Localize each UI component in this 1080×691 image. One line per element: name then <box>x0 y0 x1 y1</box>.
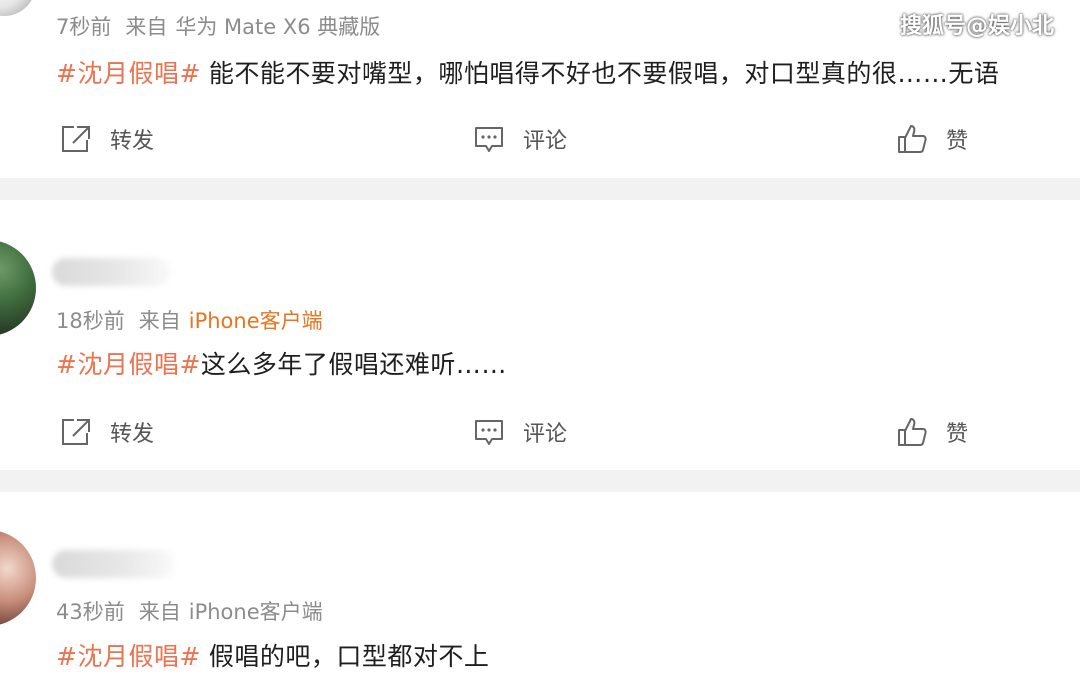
post-time: 43秒前 <box>56 600 125 624</box>
post-time: 18秒前 <box>56 309 125 333</box>
device-link[interactable]: iPhone客户端 <box>189 309 323 333</box>
share-icon <box>62 419 90 445</box>
like-label: 赞 <box>946 422 969 447</box>
topic-link[interactable]: #沈月假唱# <box>56 642 201 671</box>
post-text: 这么多年了假唱还难听…… <box>200 350 507 379</box>
thumbs-up-icon <box>898 418 927 446</box>
post-meta: 7秒前 来自 华为 Mate X6 典藏版 <box>56 11 380 41</box>
comment-icon <box>475 420 503 445</box>
repost-label: 转发 <box>110 422 155 447</box>
repost-label: 转发 <box>110 129 155 154</box>
username-blurred[interactable] <box>52 550 174 578</box>
device-label: 华为 Mate X6 典藏版 <box>175 15 381 39</box>
post-time: 7秒前 <box>56 15 112 39</box>
post-content: #沈月假唱#这么多年了假唱还难听…… <box>56 345 507 381</box>
comment-label: 评论 <box>523 129 568 154</box>
comment-label: 评论 <box>523 422 568 447</box>
post-text: 能不能不要对嘴型，哪怕唱得不好也不要假唱，对口型真的很……无语 <box>208 59 1000 88</box>
thumbs-up-icon <box>898 125 927 153</box>
comment-button[interactable]: 评论 <box>473 416 567 448</box>
watermark: 搜狐号@娱小北 <box>899 14 1054 39</box>
avatar[interactable] <box>0 530 36 626</box>
source-prefix: 来自 <box>138 600 181 624</box>
repost-button[interactable]: 转发 <box>60 416 154 448</box>
topic-link[interactable]: #沈月假唱# <box>56 59 201 88</box>
avatar[interactable]: Sunday <box>0 0 36 16</box>
comment-button[interactable]: 评论 <box>473 123 567 155</box>
post-meta: 18秒前 来自 iPhone客户端 <box>56 305 323 335</box>
post-text: 假唱的吧，口型都对不上 <box>208 642 490 671</box>
share-icon <box>62 126 90 152</box>
post-separator <box>0 178 1080 200</box>
post-content: #沈月假唱# 能不能不要对嘴型，哪怕唱得不好也不要假唱，对口型真的很……无语 <box>56 54 999 90</box>
like-label: 赞 <box>946 129 969 154</box>
avatar[interactable] <box>0 240 36 336</box>
source-prefix: 来自 <box>125 15 168 39</box>
repost-button[interactable]: 转发 <box>60 123 154 155</box>
post-meta: 43秒前 来自 iPhone客户端 <box>56 596 323 626</box>
source-prefix: 来自 <box>138 309 181 333</box>
topic-link[interactable]: #沈月假唱# <box>56 350 201 379</box>
post-separator <box>0 470 1080 492</box>
like-button[interactable]: 赞 <box>896 416 968 448</box>
like-button[interactable]: 赞 <box>896 123 968 155</box>
username-blurred[interactable] <box>52 258 170 286</box>
device-label: iPhone客户端 <box>188 600 323 624</box>
comment-icon <box>475 127 503 152</box>
post-content: #沈月假唱# 假唱的吧，口型都对不上 <box>56 637 489 673</box>
